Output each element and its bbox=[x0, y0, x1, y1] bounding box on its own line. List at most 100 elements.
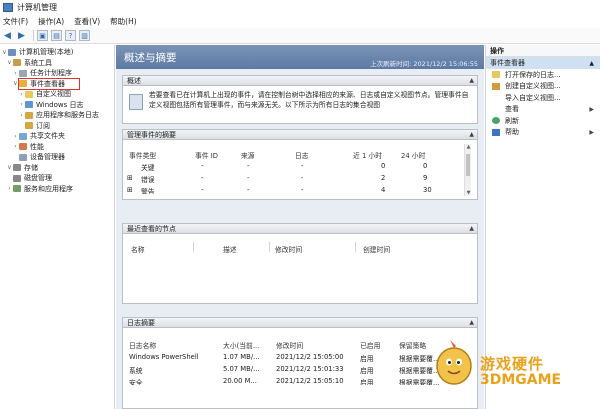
log-summary-section-header[interactable]: 日志摘要 ▲ bbox=[122, 317, 478, 328]
tree-node-label: 共享文件夹 bbox=[30, 132, 65, 141]
cell-source: - bbox=[247, 162, 250, 170]
tree-node-windows-logs[interactable]: › Windows 日志 bbox=[0, 100, 114, 111]
log-summary-section-body: 日志名称 大小(当前... 修改时间 已启用 保留策略 Windows Powe… bbox=[122, 328, 478, 409]
col-modified-time[interactable]: 修改时间 bbox=[276, 340, 303, 350]
tree-node-label: 设备管理器 bbox=[30, 153, 65, 162]
expand-icon[interactable]: › bbox=[12, 133, 19, 140]
action-help[interactable]: 帮助 ▶ bbox=[486, 127, 600, 139]
tree-node-app-service-logs[interactable]: › 应用程序和服务日志 bbox=[0, 110, 114, 121]
folder-icon bbox=[25, 90, 33, 98]
col-created-time[interactable]: 创建时间 bbox=[363, 244, 390, 254]
tree-node-label: 磁盘管理 bbox=[24, 174, 52, 183]
col-source[interactable]: 来源 bbox=[241, 150, 255, 160]
tree-node-subscriptions[interactable]: 订阅 bbox=[0, 121, 114, 132]
menu-view[interactable]: 查看(V) bbox=[74, 16, 100, 27]
watermark-text-1: 游戏硬件 bbox=[480, 355, 545, 373]
expand-icon[interactable]: › bbox=[18, 101, 25, 108]
scroll-thumb[interactable] bbox=[466, 154, 470, 176]
show-hide-action-pane-icon[interactable]: ▥ bbox=[79, 30, 90, 41]
cell-id: - bbox=[201, 162, 204, 170]
menu-help[interactable]: 帮助(H) bbox=[110, 16, 137, 27]
cell-log: - bbox=[301, 186, 304, 194]
col-log-name[interactable]: 日志名称 bbox=[129, 340, 156, 350]
collapse-caret-icon[interactable]: ▲ bbox=[469, 225, 474, 232]
tree-node-root[interactable]: ∨ 计算机管理(本地) bbox=[0, 47, 114, 58]
action-create-custom-view[interactable]: 创建自定义视图... bbox=[486, 81, 600, 93]
tree-node-storage[interactable]: ∨ 存储 bbox=[0, 163, 114, 174]
col-modified-time[interactable]: 修改时间 bbox=[275, 244, 302, 254]
actions-subheader-event-viewer[interactable]: 事件查看器 ▲ bbox=[486, 57, 600, 69]
col-log[interactable]: 日志 bbox=[295, 150, 309, 160]
tree-node-label: 应用程序和服务日志 bbox=[36, 111, 99, 120]
cell-last-hour: 4 bbox=[381, 186, 386, 194]
action-open-saved-log[interactable]: 打开保存的日志... bbox=[486, 69, 600, 81]
show-hide-tree-icon[interactable]: ▤ bbox=[51, 30, 62, 41]
tree-node-services-apps[interactable]: › 服务和应用程序 bbox=[0, 184, 114, 195]
summary-section-header[interactable]: 管理事件的摘要 ▲ bbox=[122, 129, 478, 140]
tree-node-custom-views[interactable]: › 自定义视图 bbox=[0, 89, 114, 100]
collapse-caret-icon[interactable]: ▲ bbox=[469, 77, 474, 84]
column-divider bbox=[193, 242, 194, 252]
expand-icon[interactable]: › bbox=[12, 143, 19, 150]
expand-plus-icon[interactable]: ⊞ bbox=[127, 174, 133, 182]
col-size[interactable]: 大小(当前... bbox=[223, 340, 259, 350]
col-description[interactable]: 描述 bbox=[223, 244, 237, 254]
cell-type: 关键 bbox=[141, 164, 155, 172]
collapse-caret-icon[interactable]: ▲ bbox=[589, 60, 594, 67]
tree-node-performance[interactable]: › 性能 bbox=[0, 142, 114, 153]
collapse-icon[interactable]: ∨ bbox=[12, 80, 19, 87]
collapse-icon[interactable]: ∨ bbox=[6, 164, 13, 171]
col-last-hour[interactable]: 近 1 小时 bbox=[353, 150, 382, 160]
expand-icon[interactable]: › bbox=[18, 91, 25, 98]
overview-section-header[interactable]: 概述 ▲ bbox=[122, 75, 478, 86]
col-name[interactable]: 名称 bbox=[131, 244, 145, 254]
toolbar-separator bbox=[33, 30, 34, 41]
expand-icon[interactable]: › bbox=[6, 185, 13, 192]
cell-log-name: 安全 bbox=[129, 379, 143, 385]
tree-node-device-manager[interactable]: 设备管理器 bbox=[0, 152, 114, 163]
menu-file[interactable]: 文件(F) bbox=[3, 16, 28, 27]
action-label: 打开保存的日志... bbox=[505, 70, 561, 79]
expand-icon[interactable]: › bbox=[12, 70, 19, 77]
cell-type: 警告 bbox=[141, 188, 155, 194]
col-event-type[interactable]: 事件类型 bbox=[129, 150, 156, 160]
back-icon[interactable]: ◀ bbox=[2, 30, 13, 41]
menu-action[interactable]: 操作(A) bbox=[38, 16, 64, 27]
col-24-hours[interactable]: 24 小时 bbox=[401, 150, 425, 160]
tree-node-event-viewer[interactable]: ∨ 事件查看器 bbox=[0, 77, 114, 90]
section-title: 最近查看的节点 bbox=[127, 224, 176, 233]
scroll-down-icon[interactable]: ▼ bbox=[465, 190, 472, 196]
col-retention-policy[interactable]: 保留策略 bbox=[399, 340, 426, 350]
scroll-up-icon[interactable]: ▲ bbox=[465, 144, 472, 150]
tree-node-task-scheduler[interactable]: › 任务计划程序 bbox=[0, 68, 114, 79]
up-folder-icon[interactable]: ▣ bbox=[37, 30, 48, 41]
expand-icon[interactable]: › bbox=[18, 112, 25, 119]
help-icon[interactable]: ? bbox=[65, 30, 76, 41]
tree-node-shared-folders[interactable]: › 共享文件夹 bbox=[0, 131, 114, 142]
actions-subheader-label: 事件查看器 bbox=[490, 59, 525, 67]
forward-icon[interactable]: ▶ bbox=[16, 30, 27, 41]
summary-scrollbar[interactable]: ▲ ▼ bbox=[464, 144, 471, 196]
action-refresh[interactable]: 刷新 bbox=[486, 115, 600, 127]
collapse-caret-icon[interactable]: ▲ bbox=[469, 131, 474, 138]
tree-node-label: 订阅 bbox=[36, 121, 50, 130]
tree-node-system-tools[interactable]: ∨ 系统工具 bbox=[0, 58, 114, 69]
collapse-icon[interactable]: ∨ bbox=[6, 59, 13, 66]
col-event-id[interactable]: 事件 ID bbox=[195, 150, 218, 160]
collapse-caret-icon[interactable]: ▲ bbox=[469, 319, 474, 326]
table-row[interactable]: ⊞ 警告 - - - 4 30 bbox=[123, 186, 463, 194]
expand-plus-icon[interactable]: ⊞ bbox=[127, 186, 133, 194]
menu-bar: 文件(F) 操作(A) 查看(V) 帮助(H) bbox=[0, 15, 600, 28]
action-import-custom-view[interactable]: 导入自定义视图... bbox=[486, 92, 600, 104]
disk-icon bbox=[13, 174, 21, 182]
tree-node-disk-management[interactable]: 磁盘管理 bbox=[0, 173, 114, 184]
collapse-icon[interactable]: ∨ bbox=[1, 49, 8, 56]
cell-size: 5.07 MB/... bbox=[223, 365, 260, 373]
tree-node-label: 性能 bbox=[30, 142, 44, 151]
recent-section-header[interactable]: 最近查看的节点 ▲ bbox=[122, 223, 478, 234]
cell-enabled: 启用 bbox=[360, 379, 374, 385]
view-icon bbox=[492, 106, 500, 113]
action-view[interactable]: 查看 ▶ bbox=[486, 104, 600, 116]
table-row[interactable]: 安全 20.00 M... 2021/12/2 15:05:10 启用 根据需要… bbox=[123, 377, 463, 385]
col-enabled[interactable]: 已启用 bbox=[360, 340, 380, 350]
